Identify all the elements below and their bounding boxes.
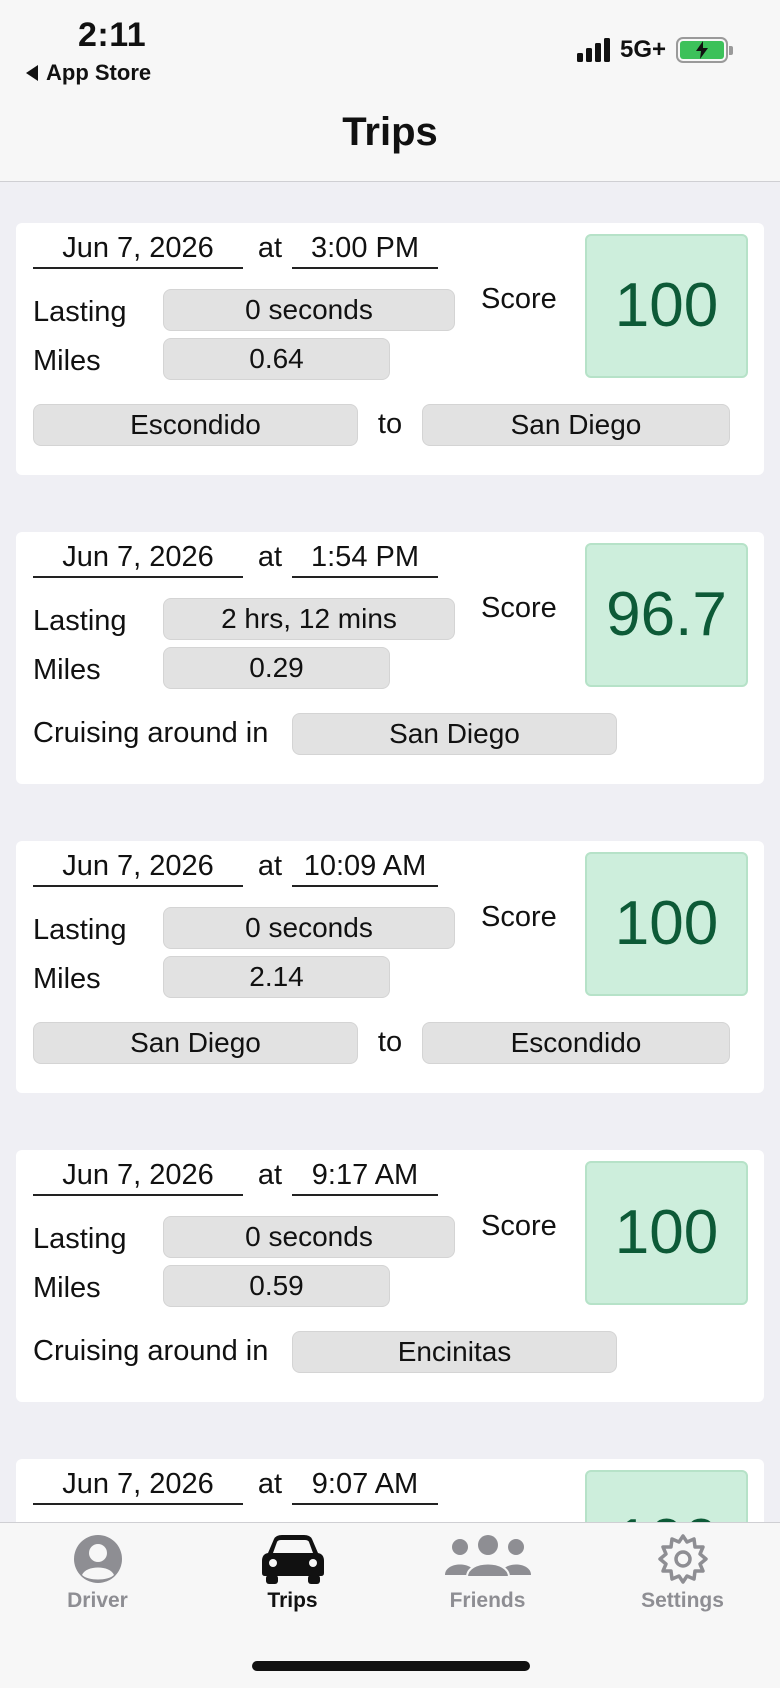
score-label: Score	[481, 901, 557, 933]
trip-miles: 2.14	[163, 956, 390, 998]
trip-card[interactable]: Jun 7, 2026 at 9:07 AM 100	[16, 1459, 764, 1522]
trip-date[interactable]: Jun 7, 2026	[33, 1158, 243, 1196]
trip-card[interactable]: Jun 7, 2026 at 9:17 AM Lasting 0 seconds…	[16, 1150, 764, 1402]
header: 2:11 App Store 5G+ Trips	[0, 0, 780, 182]
at-label: at	[257, 232, 283, 264]
miles-label: Miles	[33, 654, 101, 686]
gear-icon	[657, 1534, 708, 1584]
home-indicator[interactable]	[252, 1661, 530, 1671]
back-caret-icon	[26, 65, 38, 81]
to-label: to	[377, 1026, 403, 1058]
at-label: at	[257, 1159, 283, 1191]
score-label: Score	[481, 1210, 557, 1242]
trip-card[interactable]: Jun 7, 2026 at 10:09 AM Lasting 0 second…	[16, 841, 764, 1093]
back-to-app-store[interactable]: App Store	[26, 60, 151, 86]
lasting-label: Lasting	[33, 296, 127, 328]
trip-score[interactable]: 100	[585, 1161, 748, 1305]
battery-icon	[676, 37, 733, 63]
trip-score[interactable]: 100	[585, 852, 748, 996]
trip-destination: San Diego	[422, 404, 730, 446]
tab-friends[interactable]: Friends	[390, 1533, 585, 1633]
trip-date[interactable]: Jun 7, 2026	[33, 1467, 243, 1505]
trip-time[interactable]: 9:17 AM	[292, 1158, 438, 1196]
trip-date[interactable]: Jun 7, 2026	[33, 231, 243, 269]
person-circle-icon	[73, 1535, 122, 1583]
trip-date[interactable]: Jun 7, 2026	[33, 540, 243, 578]
trip-duration: 0 seconds	[163, 1216, 455, 1258]
trip-score[interactable]: 96.7	[585, 543, 748, 687]
charging-bolt-icon	[696, 41, 708, 59]
trip-card[interactable]: Jun 7, 2026 at 1:54 PM Lasting 2 hrs, 12…	[16, 532, 764, 784]
tab-settings[interactable]: Settings	[585, 1533, 780, 1633]
trip-date[interactable]: Jun 7, 2026	[33, 849, 243, 887]
trip-duration: 0 seconds	[163, 289, 455, 331]
trip-destination: Escondido	[422, 1022, 730, 1064]
trip-score[interactable]: 100	[585, 234, 748, 378]
score-label: Score	[481, 283, 557, 315]
trip-duration: 2 hrs, 12 mins	[163, 598, 455, 640]
car-icon	[261, 1535, 324, 1584]
lasting-label: Lasting	[33, 1223, 127, 1255]
people-icon	[444, 1535, 531, 1578]
miles-label: Miles	[33, 963, 101, 995]
tab-label: Trips	[267, 1589, 318, 1612]
trip-time[interactable]: 9:07 AM	[292, 1467, 438, 1505]
trip-duration: 0 seconds	[163, 907, 455, 949]
tab-label: Driver	[67, 1589, 128, 1612]
trip-list[interactable]: Jun 7, 2026 at 3:00 PM Lasting 0 seconds…	[0, 182, 780, 1522]
cellular-signal-icon	[576, 38, 610, 62]
page-title: Trips	[342, 110, 438, 154]
trip-area: San Diego	[292, 713, 617, 755]
at-label: at	[257, 1468, 283, 1500]
back-app-label: App Store	[46, 60, 152, 85]
tab-label: Settings	[641, 1589, 724, 1612]
trip-origin: Escondido	[33, 404, 358, 446]
miles-label: Miles	[33, 1272, 101, 1304]
at-label: at	[257, 541, 283, 573]
cruising-label: Cruising around in	[33, 1335, 269, 1367]
trip-miles: 0.59	[163, 1265, 390, 1307]
lasting-label: Lasting	[33, 605, 127, 637]
lasting-label: Lasting	[33, 914, 127, 946]
at-label: at	[257, 850, 283, 882]
to-label: to	[377, 408, 403, 440]
tab-trips[interactable]: Trips	[195, 1533, 390, 1633]
tab-label: Friends	[449, 1589, 526, 1612]
network-type: 5G+	[619, 36, 666, 63]
status-time: 2:11	[78, 16, 147, 54]
trip-origin: San Diego	[33, 1022, 358, 1064]
miles-label: Miles	[33, 345, 101, 377]
trip-card[interactable]: Jun 7, 2026 at 3:00 PM Lasting 0 seconds…	[16, 223, 764, 475]
trip-miles: 0.29	[163, 647, 390, 689]
trip-time[interactable]: 1:54 PM	[292, 540, 438, 578]
trip-time[interactable]: 3:00 PM	[292, 231, 438, 269]
trip-miles: 0.64	[163, 338, 390, 380]
cruising-label: Cruising around in	[33, 717, 269, 749]
trip-area: Encinitas	[292, 1331, 617, 1373]
status-indicators: 5G+	[576, 36, 733, 64]
trip-score[interactable]: 100	[585, 1470, 748, 1522]
score-label: Score	[481, 592, 557, 624]
trip-time[interactable]: 10:09 AM	[292, 849, 438, 887]
tab-driver[interactable]: Driver	[0, 1533, 195, 1633]
